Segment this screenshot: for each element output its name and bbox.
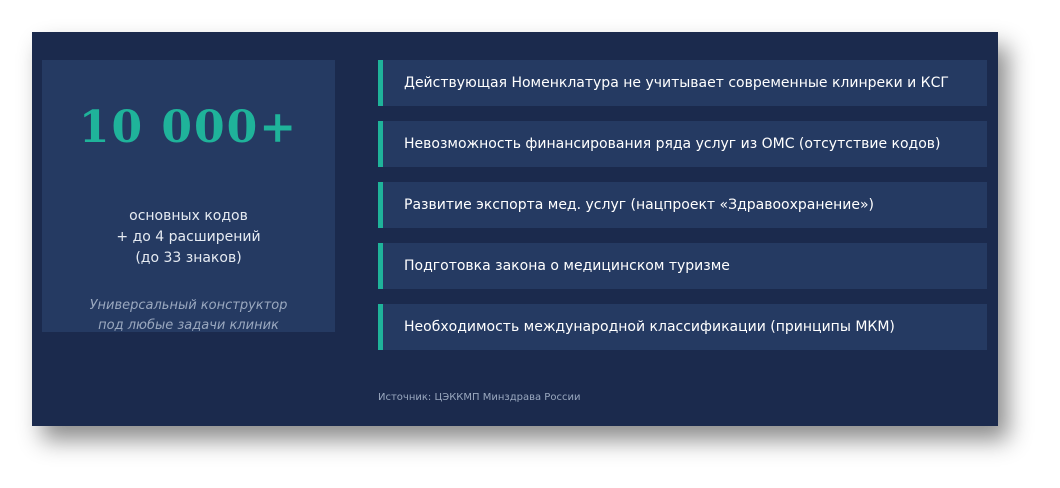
stat-description-line: (до 33 знаков) <box>135 250 242 266</box>
issue-text: Подготовка закона о медицинском туризме <box>404 258 730 274</box>
stat-note-line: под любые задачи клиник <box>98 318 279 333</box>
issue-item: Необходимость международной классификаци… <box>378 304 987 350</box>
stat-description-line: основных кодов <box>129 208 248 224</box>
slide: 10 000+ основных кодов + до 4 расширений… <box>32 32 998 426</box>
issue-item: Развитие экспорта мед. услуг (нацпроект … <box>378 182 987 228</box>
stat-description-line: + до 4 расширений <box>116 229 261 245</box>
issue-item: Невозможность финансирования ряда услуг … <box>378 121 987 167</box>
stat-panel: 10 000+ основных кодов + до 4 расширений… <box>42 60 335 333</box>
source-note: Источник: ЦЭККМП Минздрава России <box>378 392 581 403</box>
issue-item: Подготовка закона о медицинском туризме <box>378 243 987 289</box>
codes-count: 10 000+ <box>78 102 299 153</box>
issue-text: Действующая Номенклатура не учитывает со… <box>404 75 949 91</box>
issue-text: Невозможность финансирования ряда услуг … <box>404 136 941 152</box>
stat-description: основных кодов + до 4 расширений (до 33 … <box>42 206 335 269</box>
issues-list: Действующая Номенклатура не учитывает со… <box>378 60 987 365</box>
issue-text: Необходимость международной классификаци… <box>404 319 895 335</box>
issue-text: Развитие экспорта мед. услуг (нацпроект … <box>404 197 875 213</box>
issue-item: Действующая Номенклатура не учитывает со… <box>378 60 987 106</box>
stat-note-line: Универсальный конструктор <box>89 298 288 313</box>
stat-note: Универсальный конструктор под любые зада… <box>42 296 335 336</box>
